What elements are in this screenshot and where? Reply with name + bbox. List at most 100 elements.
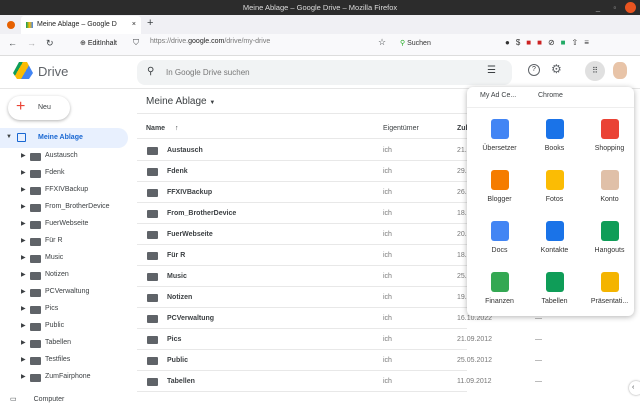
column-owner[interactable]: Eigentümer [383,125,419,132]
sidebar-folder[interactable]: ▶ FuerWebseite [0,216,135,233]
table-row[interactable]: Fdenk ich 29. [137,161,467,182]
app-my-ad-center[interactable]: My Ad Ce... [480,92,516,99]
account-avatar[interactable] [613,62,627,79]
table-row[interactable]: Notizen ich 19. [137,287,467,308]
browser-tab[interactable]: Meine Ablage – Google D × [21,16,141,34]
forward-icon[interactable]: → [27,38,36,48]
table-row[interactable]: FFXIVBackup ich 26. [137,182,467,203]
sidebar-folder[interactable]: ▶ Tabellen [0,335,135,352]
folder-label: Tabellen [45,339,72,346]
sidebar-folder[interactable]: ▶ FFXIVBackup [0,182,135,199]
sidebar-folder[interactable]: ▶ ZumFairphone [0,369,135,386]
app-tabellen[interactable]: Tabellen [527,272,582,305]
sidebar-folder[interactable]: ▶ Notizen [0,267,135,284]
back-icon[interactable]: ← [8,38,17,48]
file-name: Austausch [167,147,203,154]
search-box[interactable]: ⚲ Suchen [400,39,431,47]
expand-arrow-icon[interactable]: ▶ [21,152,26,159]
sidebar-folder[interactable]: ▶ Public [0,318,135,335]
sort-arrow-icon[interactable]: ↑ [175,125,179,132]
expand-arrow-icon[interactable]: ▶ [21,288,26,295]
minimize-button[interactable]: _ [596,0,600,15]
app-shopping[interactable]: Shopping [582,119,637,152]
drive-search-input[interactable]: ⚲ In Google Drive suchen ☰ [137,60,512,85]
app-konto[interactable]: Konto [582,170,637,203]
app-kontakte[interactable]: Kontakte [527,221,582,254]
expand-icon[interactable]: ▼ [6,134,12,140]
expand-arrow-icon[interactable]: ▶ [21,356,26,363]
column-name[interactable]: Name ↑ [146,125,179,132]
expand-arrow-icon[interactable]: ▶ [21,339,26,346]
expand-arrow-icon[interactable]: ▶ [21,220,26,227]
breadcrumb-my-drive[interactable]: Meine Ablage ▼ [146,96,215,107]
url-bar[interactable]: https://drive.google.com/drive/my-drive [150,38,270,45]
app-chrome[interactable]: Chrome [538,92,563,99]
file-owner: ich [383,273,392,280]
app-books[interactable]: Books [527,119,582,152]
table-row[interactable]: Tabellen ich 11.09.2012 — [137,371,542,392]
search-options-icon[interactable]: ☰ [487,65,496,76]
table-row[interactable]: Für R ich 18. [137,245,467,266]
app-präsentati[interactable]: Präsentati... [582,272,637,305]
table-row[interactable]: Music ich 25. [137,266,467,287]
sidebar-folder[interactable]: ▶ Pics [0,301,135,318]
app-blogger[interactable]: Blogger [472,170,527,203]
table-row[interactable]: Pics ich 21.09.2012 — [137,329,542,350]
apps-grid-button[interactable]: ⠿ [585,61,605,81]
collapse-panel-button[interactable]: ‹ [629,381,640,395]
table-row[interactable]: From_BrotherDevice ich 18. [137,203,467,224]
sidebar-item-my-drive[interactable]: ▼ Meine Ablage [0,128,128,148]
sidebar-folder[interactable]: ▶ Austausch [0,148,135,165]
app-übersetzer[interactable]: Übersetzer [472,119,527,152]
file-modified: 20. [457,231,467,238]
expand-arrow-icon[interactable]: ▶ [21,203,26,210]
expand-arrow-icon[interactable]: ▶ [21,254,26,261]
shield-icon[interactable]: ⛉ [133,38,139,48]
file-name: Public [167,357,189,364]
sidebar-folder[interactable]: ▶ Fdenk [0,165,135,182]
close-window-button[interactable] [625,2,636,13]
app-label: Shopping [594,145,625,152]
sidebar-folder[interactable]: ▶ Für R [0,233,135,250]
new-tab-button[interactable]: + [147,17,153,29]
expand-arrow-icon[interactable]: ▶ [21,169,26,176]
app-hangouts[interactable]: Hangouts [582,221,637,254]
expand-arrow-icon[interactable]: ▶ [21,305,26,312]
file-owner: ich [383,294,392,301]
folder-icon [147,273,158,281]
new-button[interactable]: + Neu [8,96,70,120]
extension-icons[interactable]: ●$■■⊘■⇧≡ [505,38,595,47]
expand-arrow-icon[interactable]: ▶ [21,322,26,329]
settings-icon[interactable]: ⚙ [551,62,562,76]
folder-label: Austausch [45,152,78,159]
folder-label: FFXIVBackup [45,186,89,193]
sidebar-folder[interactable]: ▶ From_BrotherDevice [0,199,135,216]
sidebar-folder[interactable]: ▶ Music [0,250,135,267]
table-row[interactable]: Public ich 25.05.2012 — [137,350,542,371]
expand-arrow-icon[interactable]: ▶ [21,271,26,278]
app-docs[interactable]: Docs [472,221,527,254]
maximize-button[interactable]: ▫ [613,0,616,15]
table-row[interactable]: Austausch ich 21. [137,140,467,161]
app-fotos[interactable]: Fotos [527,170,582,203]
column-modified[interactable]: Zul [457,125,468,132]
folder-label: From_BrotherDevice [45,203,110,210]
expand-arrow-icon[interactable]: ▶ [21,373,26,380]
sidebar-folder[interactable]: ▶ PCVerwaltung [0,284,135,301]
bookmark-editinhalt[interactable]: ⊕ EditInhalt [80,39,117,47]
expand-arrow-icon[interactable]: ▶ [21,237,26,244]
file-modified: 19. [457,294,467,301]
folder-icon [30,187,41,195]
expand-arrow-icon[interactable]: ▶ [21,186,26,193]
table-row[interactable]: PCVerwaltung ich 16.10.2022 — [137,308,542,329]
close-tab-icon[interactable]: × [132,16,136,34]
sidebar-folder[interactable]: ▶ Testfiles [0,352,135,369]
firefox-icon[interactable] [7,21,15,29]
table-row[interactable]: FuerWebseite ich 20. [137,224,467,245]
star-icon[interactable]: ☆ [378,37,386,48]
help-icon[interactable]: ? [528,64,540,76]
app-icon [490,221,509,241]
app-finanzen[interactable]: Finanzen [472,272,527,305]
reload-icon[interactable]: ↻ [46,38,54,49]
app-icon [600,170,619,190]
